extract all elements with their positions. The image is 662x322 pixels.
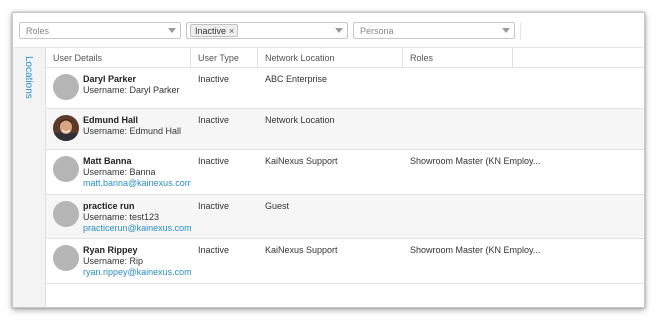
persona-filter-placeholder: Persona (360, 25, 394, 36)
table-row[interactable]: Ryan Rippey Username: Rip ryan.rippey@ka… (46, 239, 644, 284)
user-name[interactable]: Ryan Rippey (83, 245, 191, 256)
user-roles: Showroom Master (KN Employ... (410, 245, 541, 255)
user-username: Username: Edmund Hall (83, 126, 182, 136)
user-username: Username: Rip (83, 256, 144, 266)
column-header-user-details[interactable]: User Details (46, 48, 191, 68)
user-name[interactable]: practice run (83, 201, 191, 212)
user-name[interactable]: Daryl Parker (83, 74, 191, 85)
network-location: KaiNexus Support (265, 245, 338, 255)
avatar (53, 245, 79, 271)
chevron-down-icon (502, 28, 510, 33)
user-type: Inactive (198, 245, 230, 255)
column-header-user-type[interactable]: User Type (191, 48, 258, 68)
network-location: KaiNexus Support (265, 156, 338, 166)
user-type: Inactive (198, 74, 230, 84)
chevron-down-icon (335, 28, 343, 33)
user-type: Inactive (198, 201, 230, 211)
user-email-link[interactable]: practicerun@kainexus.com (83, 223, 191, 234)
column-header-network-location[interactable]: Network Location (258, 48, 403, 68)
network-location: Guest (265, 201, 290, 211)
user-email-link[interactable]: ryan.rippey@kainexus.com (83, 267, 191, 278)
table-row[interactable]: Edmund Hall Username: Edmund Hall Inacti… (46, 109, 644, 150)
avatar (53, 201, 79, 227)
filter-bar: Roles Inactive × Persona (13, 13, 644, 48)
roles-filter-placeholder: Roles (26, 25, 50, 36)
table-row[interactable]: Matt Banna Username: Banna matt.banna@ka… (46, 150, 644, 195)
user-type: Inactive (198, 115, 230, 125)
avatar (53, 74, 79, 100)
users-table: User Details User Type Network Location … (46, 48, 644, 307)
table-row[interactable]: Daryl Parker Username: Daryl Parker Inac… (46, 68, 644, 109)
user-type: Inactive (198, 156, 230, 166)
user-username: Username: Daryl Parker (83, 85, 180, 95)
persona-filter-select[interactable]: Persona (353, 22, 515, 39)
close-icon[interactable]: × (229, 26, 234, 36)
roles-filter-select[interactable]: Roles (19, 22, 181, 39)
table-row[interactable]: practice run Username: test123 practicer… (46, 195, 644, 239)
chevron-down-icon (168, 28, 176, 33)
user-roles: Showroom Master (KN Employ... (410, 156, 541, 166)
avatar (53, 156, 79, 182)
user-username: Username: Banna (83, 167, 156, 177)
filter-spacer (520, 22, 644, 39)
network-location: ABC Enterprise (265, 74, 328, 84)
column-header-roles[interactable]: Roles (403, 48, 513, 68)
status-filter-select[interactable]: Inactive × (186, 22, 348, 39)
table-header: User Details User Type Network Location … (46, 48, 644, 68)
user-email-link[interactable]: matt.banna@kainexus.com (83, 178, 191, 189)
avatar-photo (53, 115, 79, 141)
locations-tab-label: Locations (23, 56, 34, 99)
user-name[interactable]: Edmund Hall (83, 115, 191, 126)
locations-side-tab[interactable]: Locations (13, 48, 46, 307)
user-username: Username: test123 (83, 212, 160, 222)
app-frame: Roles Inactive × Persona Locations User … (12, 12, 645, 308)
network-location: Network Location (265, 115, 335, 125)
tag-label: Inactive (195, 25, 227, 36)
inactive-filter-tag: Inactive × (190, 24, 239, 37)
user-name[interactable]: Matt Banna (83, 156, 191, 167)
